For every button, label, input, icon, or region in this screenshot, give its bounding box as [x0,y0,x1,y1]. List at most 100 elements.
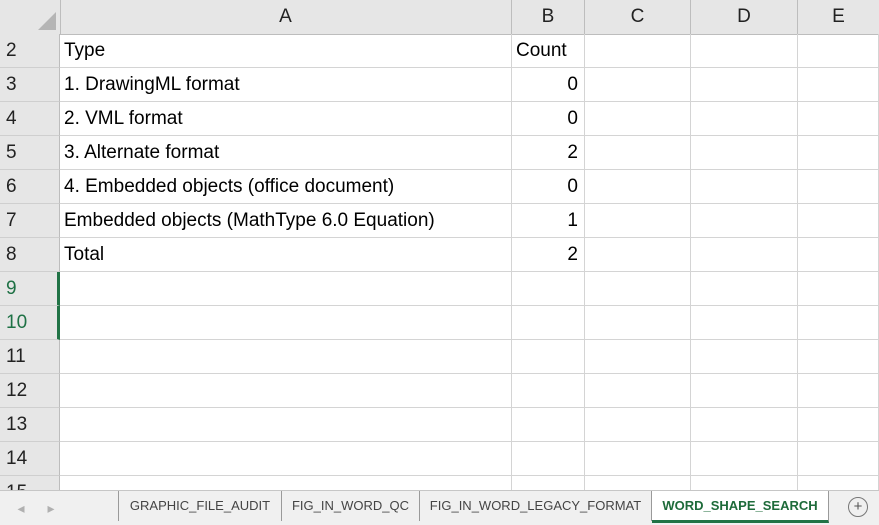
cell-e[interactable] [798,340,879,374]
cell-b[interactable]: 0 [512,68,585,102]
cell-a[interactable] [60,340,512,374]
cell-d[interactable] [691,34,798,68]
table-row: 5 3. Alternate format 2 [0,136,879,170]
cell-b[interactable]: 0 [512,170,585,204]
cell-a[interactable]: 3. Alternate format [60,136,512,170]
cell-d[interactable] [691,68,798,102]
cell-e[interactable] [798,306,879,340]
cell-b[interactable]: 2 [512,238,585,272]
cell-a[interactable]: 2. VML format [60,102,512,136]
cell-c[interactable] [585,476,691,490]
plus-circle-icon[interactable]: + [848,497,868,517]
column-header-d[interactable]: D [691,0,798,34]
row-header[interactable]: 2 [0,34,60,68]
cell-b[interactable] [512,374,585,408]
cell-a[interactable]: Total [60,238,512,272]
cell-d[interactable] [691,374,798,408]
cell-b[interactable] [512,442,585,476]
cell-b[interactable]: 1 [512,204,585,238]
cell-e[interactable] [798,68,879,102]
cell-b[interactable] [512,408,585,442]
row-header[interactable]: 11 [0,340,60,374]
cell-b[interactable]: 2 [512,136,585,170]
cell-d[interactable] [691,204,798,238]
cell-b[interactable] [512,476,585,490]
row-header[interactable]: 4 [0,102,60,136]
cell-e[interactable] [798,272,879,306]
row-header[interactable]: 8 [0,238,60,272]
row-header[interactable]: 15 [0,476,60,490]
cell-d[interactable] [691,272,798,306]
cell-e[interactable] [798,34,879,68]
sheet-tab-graphic-file-audit[interactable]: GRAPHIC_FILE_AUDIT [118,491,282,521]
cell-e[interactable] [798,102,879,136]
cell-c[interactable] [585,306,691,340]
sheet-tab-fig-in-word-legacy-format[interactable]: FIG_IN_WORD_LEGACY_FORMAT [420,491,652,521]
table-row: 13 [0,408,879,442]
cell-d[interactable] [691,136,798,170]
cell-c[interactable] [585,442,691,476]
row-header[interactable]: 6 [0,170,60,204]
cell-b[interactable]: Count [512,34,585,68]
cell-d[interactable] [691,170,798,204]
cell-c[interactable] [585,408,691,442]
column-header-c[interactable]: C [585,0,691,34]
row-header[interactable]: 14 [0,442,60,476]
cell-e[interactable] [798,476,879,490]
cell-c[interactable] [585,68,691,102]
cell-a[interactable]: 1. DrawingML format [60,68,512,102]
chevron-right-icon[interactable]: ▸ [40,491,62,525]
cell-c[interactable] [585,34,691,68]
sheet-tab-word-shape-search[interactable]: WORD_SHAPE_SEARCH [652,491,829,523]
cell-d[interactable] [691,408,798,442]
cell-e[interactable] [798,204,879,238]
cell-c[interactable] [585,238,691,272]
cell-a[interactable]: 4. Embedded objects (office document) [60,170,512,204]
cell-d[interactable] [691,238,798,272]
cell-d[interactable] [691,340,798,374]
cell-e[interactable] [798,374,879,408]
row-header[interactable]: 10 [0,306,60,340]
cell-a[interactable]: Embedded objects (MathType 6.0 Equation) [60,204,512,238]
cell-a[interactable] [60,476,512,490]
cell-c[interactable] [585,170,691,204]
row-header[interactable]: 13 [0,408,60,442]
chevron-left-icon[interactable]: ◂ [10,491,32,525]
cell-a[interactable]: Type [60,34,512,68]
cell-e[interactable] [798,136,879,170]
row-header[interactable]: 3 [0,68,60,102]
table-row: 4 2. VML format 0 [0,102,879,136]
cell-a[interactable] [60,408,512,442]
row-header[interactable]: 12 [0,374,60,408]
cell-d[interactable] [691,476,798,490]
row-header[interactable]: 7 [0,204,60,238]
cell-a[interactable] [60,272,512,306]
sheet-tab-fig-in-word-qc[interactable]: FIG_IN_WORD_QC [282,491,420,521]
cell-b[interactable] [512,306,585,340]
cell-c[interactable] [585,136,691,170]
cell-c[interactable] [585,272,691,306]
cell-e[interactable] [798,408,879,442]
column-header-b[interactable]: B [512,0,585,34]
column-header-a[interactable]: A [60,0,512,34]
cell-a[interactable] [60,374,512,408]
cell-d[interactable] [691,442,798,476]
cell-e[interactable] [798,170,879,204]
column-header-e[interactable]: E [798,0,879,34]
cell-a[interactable] [60,306,512,340]
cell-c[interactable] [585,374,691,408]
select-all-corner[interactable] [0,0,61,34]
cell-d[interactable] [691,102,798,136]
row-header[interactable]: 5 [0,136,60,170]
cell-c[interactable] [585,102,691,136]
cell-b[interactable]: 0 [512,102,585,136]
cell-c[interactable] [585,340,691,374]
cell-b[interactable] [512,340,585,374]
cell-c[interactable] [585,204,691,238]
cell-b[interactable] [512,272,585,306]
cell-a[interactable] [60,442,512,476]
cell-e[interactable] [798,442,879,476]
row-header[interactable]: 9 [0,272,60,306]
cell-e[interactable] [798,238,879,272]
cell-d[interactable] [691,306,798,340]
